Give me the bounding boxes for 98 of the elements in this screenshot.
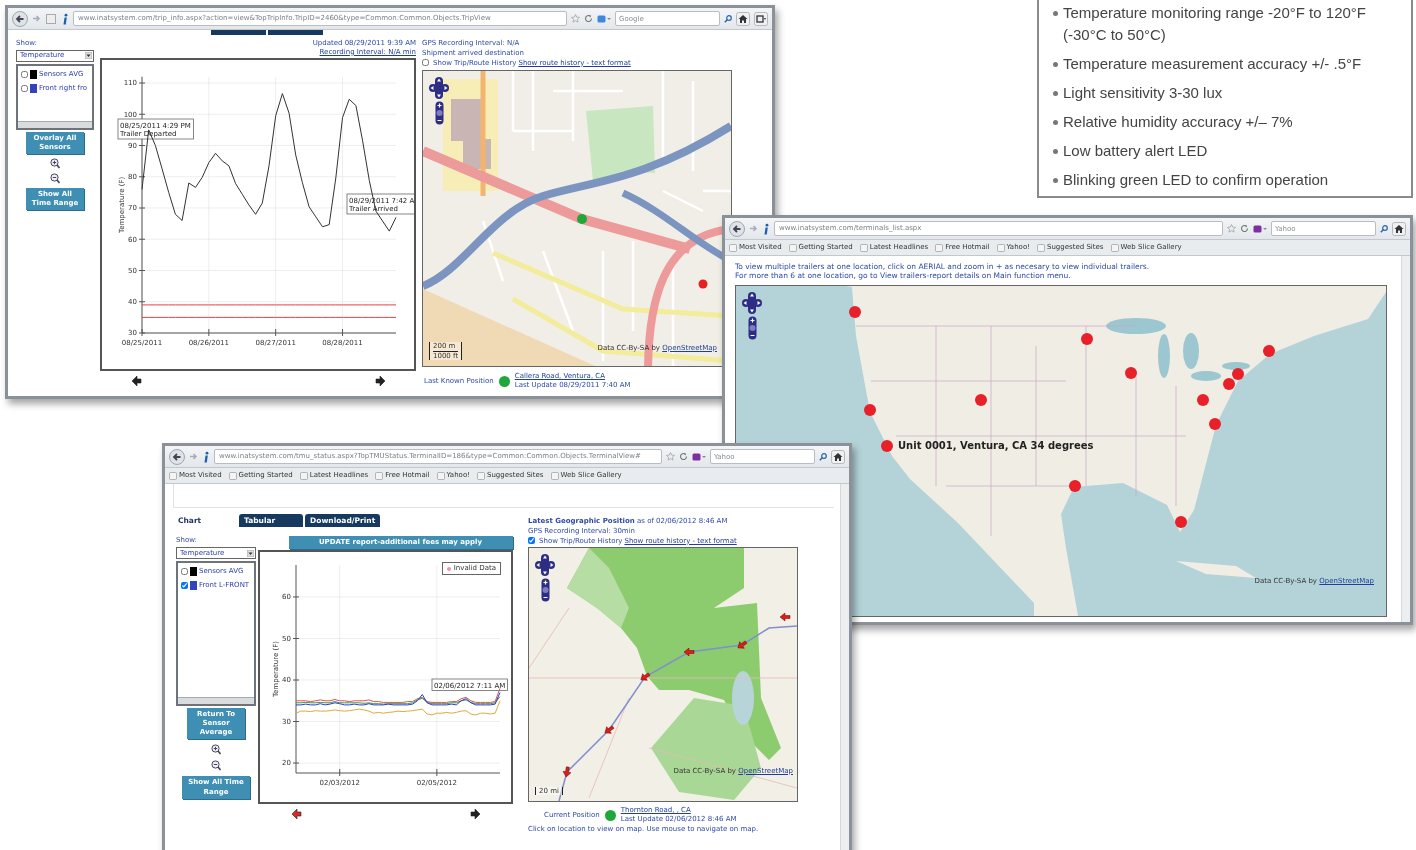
- dropdown-caret-icon: [247, 549, 254, 557]
- zoom-control-icon[interactable]: [747, 315, 757, 340]
- vertical-scrollbar[interactable]: [1401, 256, 1410, 622]
- position-marker: [577, 214, 587, 225]
- bookmark-icon: [169, 471, 177, 480]
- bullet-icon: [1053, 178, 1058, 183]
- previous-arrow-icon[interactable]: [130, 374, 143, 387]
- dropdown-caret-icon: [85, 52, 92, 60]
- sensor-checkbox[interactable]: [181, 568, 188, 576]
- location-marker: [1069, 479, 1081, 492]
- pan-control-icon[interactable]: [429, 77, 449, 100]
- pan-control-icon[interactable]: [535, 554, 555, 577]
- location-marker: [864, 403, 876, 416]
- back-icon[interactable]: [729, 220, 745, 237]
- zoom-out-icon[interactable]: [50, 172, 60, 184]
- spec-item: Low battery alert LED: [1063, 141, 1208, 161]
- route-history-checkbox[interactable]: [528, 537, 535, 545]
- reload-icon[interactable]: [1240, 224, 1249, 233]
- bookmark-icon: [299, 471, 308, 480]
- page-menu-icon[interactable]: [754, 11, 768, 26]
- route-history-checkbox[interactable]: [422, 59, 429, 67]
- back-icon[interactable]: [12, 10, 28, 27]
- direction-arrow-icon: [604, 725, 615, 734]
- location-marker: [1197, 393, 1209, 406]
- bookmark-icon: [228, 471, 237, 480]
- sensor-checkbox[interactable]: [181, 582, 188, 590]
- search-icon[interactable]: [1380, 224, 1388, 233]
- bullet-icon: [1053, 62, 1058, 67]
- bookmark-icon: [935, 243, 944, 252]
- zoom-control-icon[interactable]: [434, 101, 444, 126]
- location-marker: [698, 279, 708, 289]
- spec-item: Light sensitivity 3-30 lux: [1063, 83, 1223, 103]
- reload-icon[interactable]: [679, 452, 688, 461]
- search-icon[interactable]: [819, 452, 827, 461]
- location-marker: [1232, 367, 1244, 380]
- bookmark-icon: [788, 243, 797, 252]
- location-marker: [1209, 417, 1221, 430]
- location-marker: [1125, 366, 1137, 379]
- horizontal-scrollbar[interactable]: [178, 697, 254, 705]
- bookmark-icon: [1037, 243, 1045, 252]
- bookmark-icon: [996, 243, 1005, 252]
- bookmark-icon: [436, 471, 445, 480]
- back-icon[interactable]: [169, 448, 185, 465]
- search-icon[interactable]: [724, 14, 732, 23]
- spec-item: Temperature monitoring range -20°F to 120°F (-30°C to 50°C): [1063, 3, 1367, 45]
- spec-item: Relative humidity accuracy +/– 7%: [1063, 112, 1293, 132]
- zoom-control-icon[interactable]: [540, 578, 550, 603]
- spec-item: Blinking green LED to confirm operation: [1063, 170, 1329, 190]
- info-icon: [61, 12, 69, 25]
- map-marker-label: Unit 0001, Ventura, CA 34 degrees: [898, 439, 1094, 453]
- bullet-icon: [1053, 149, 1058, 154]
- vertical-scrollbar[interactable]: [840, 484, 849, 850]
- direction-arrow-icon: [683, 648, 695, 657]
- zoom-in-icon[interactable]: [50, 157, 60, 169]
- bookmark-icon: [729, 243, 737, 252]
- location-marker: [1081, 332, 1093, 345]
- previous-arrow-icon[interactable]: [290, 808, 303, 821]
- bullet-icon: [1053, 11, 1058, 16]
- star-icon[interactable]: [1227, 224, 1236, 233]
- position-dot-icon: [604, 809, 616, 821]
- location-marker: [975, 393, 987, 406]
- info-icon: [762, 222, 770, 235]
- pan-control-icon[interactable]: [742, 291, 762, 314]
- location-marker: [1263, 344, 1275, 357]
- sensor-checkbox[interactable]: [21, 84, 28, 92]
- bookmark-icon: [550, 471, 559, 480]
- bullet-icon: [1053, 120, 1058, 125]
- home-icon[interactable]: [1392, 221, 1406, 236]
- spec-item: Temperature measurement accuracy +/- .5°F: [1063, 54, 1362, 74]
- reload-icon[interactable]: [584, 14, 593, 23]
- next-arrow-icon[interactable]: [373, 374, 386, 387]
- zoom-in-icon[interactable]: [211, 744, 221, 756]
- bullet-icon: [1053, 91, 1058, 96]
- star-icon[interactable]: [571, 14, 580, 23]
- search-engine-icon: [1253, 224, 1267, 233]
- search-engine-icon: [597, 14, 611, 23]
- zoom-out-icon[interactable]: [211, 760, 221, 772]
- direction-arrow-icon: [640, 672, 651, 681]
- direction-arrow-icon: [737, 640, 748, 649]
- home-icon[interactable]: [736, 11, 750, 26]
- position-dot-icon: [498, 375, 510, 387]
- bookmark-icon: [477, 471, 485, 480]
- star-icon[interactable]: [666, 452, 675, 461]
- direction-arrow-icon: [562, 766, 572, 778]
- search-engine-icon: [692, 452, 706, 461]
- sensor-checkbox[interactable]: [21, 70, 28, 78]
- location-marker: [1223, 377, 1235, 390]
- bookmark-icon: [859, 243, 868, 252]
- bookmark-icon: [375, 471, 384, 480]
- next-arrow-icon[interactable]: [468, 808, 481, 821]
- location-marker: [849, 305, 861, 318]
- home-icon[interactable]: [831, 449, 845, 464]
- info-icon: [202, 450, 210, 463]
- direction-arrow-icon: [779, 613, 791, 622]
- location-marker: [1175, 515, 1187, 528]
- bookmark-icon: [1110, 243, 1119, 252]
- location-marker: [881, 439, 893, 452]
- horizontal-scrollbar[interactable]: [18, 120, 92, 128]
